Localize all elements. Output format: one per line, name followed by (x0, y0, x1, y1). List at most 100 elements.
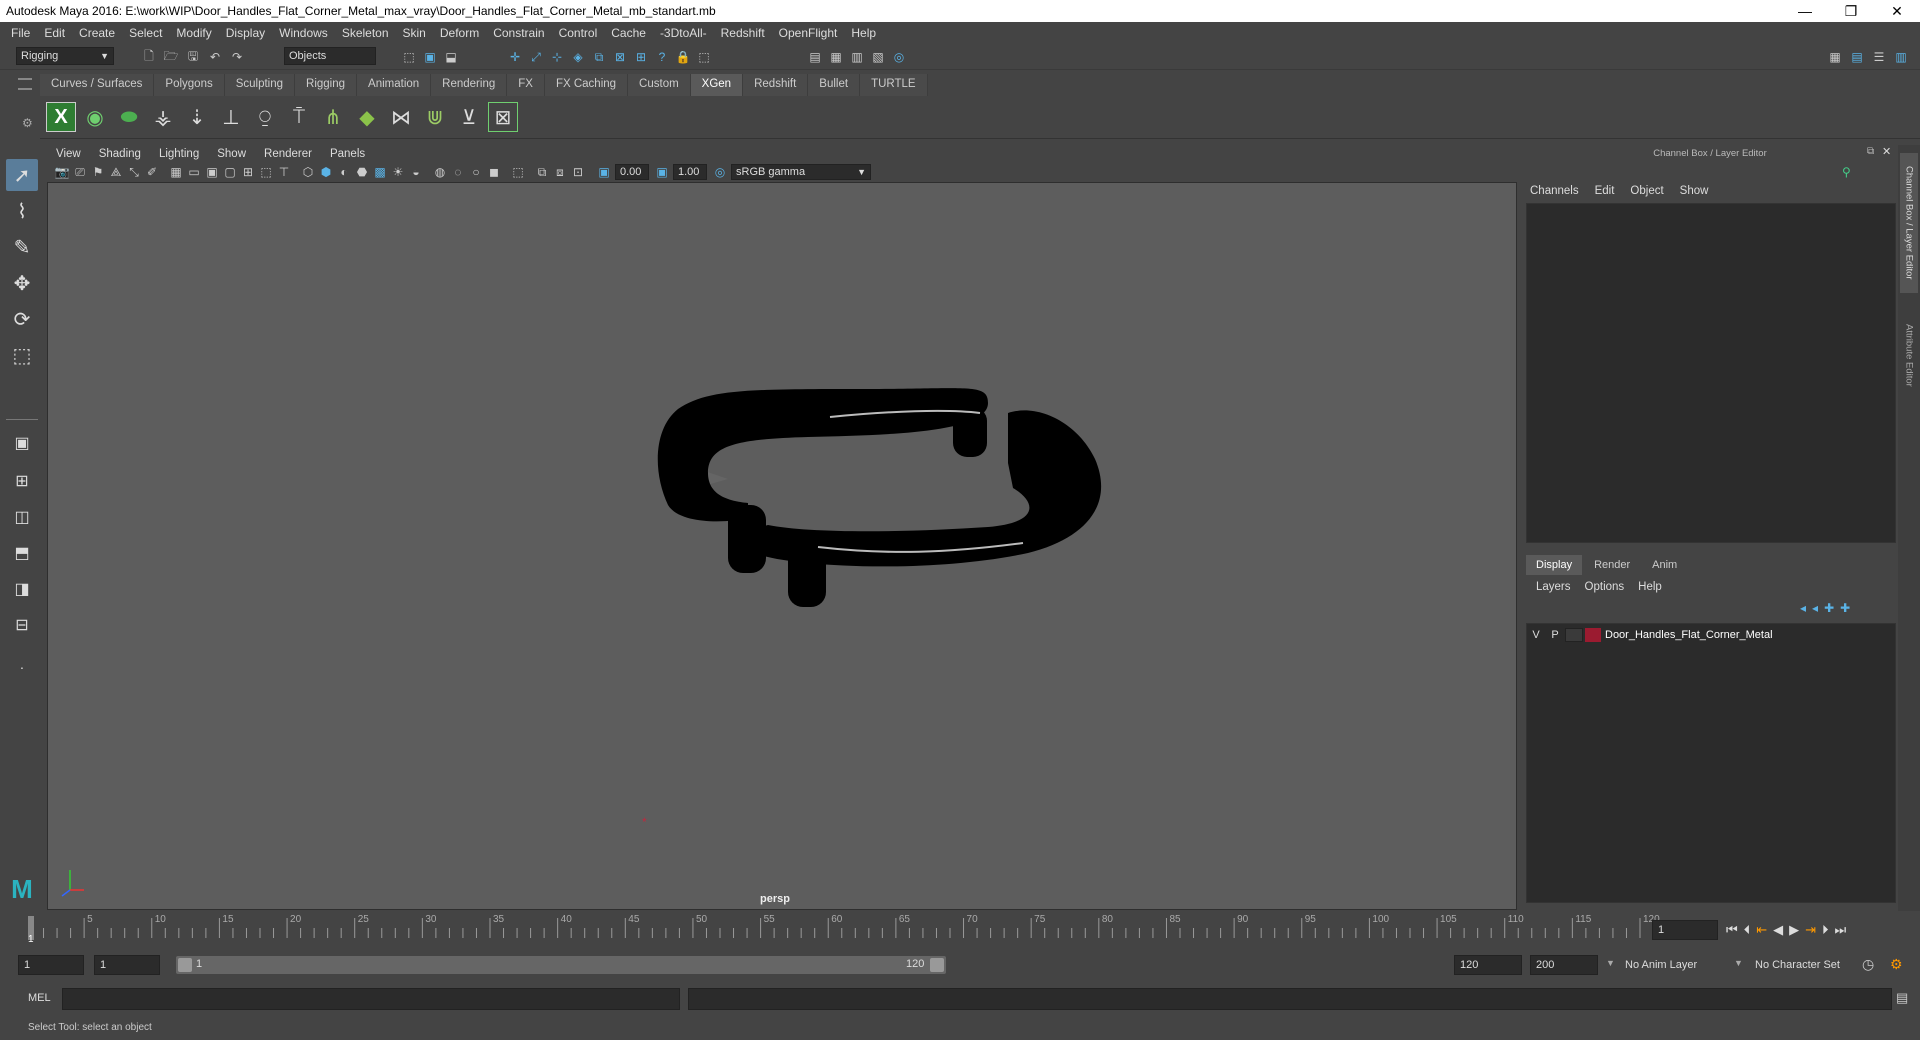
tab-turtle[interactable]: TURTLE (860, 74, 928, 96)
gate-mask-icon[interactable]: ▢ (221, 163, 239, 181)
snap-surface-icon[interactable]: ⊠ (611, 48, 629, 66)
xray-components-icon[interactable]: ⊡ (569, 163, 587, 181)
start-time-field[interactable]: 1 (18, 955, 84, 975)
shadows-icon[interactable]: ◒ (407, 163, 425, 181)
render-settings-icon[interactable]: ▥ (848, 48, 866, 66)
selection-mode-dropdown[interactable]: Objects (284, 47, 376, 65)
tab-redshift[interactable]: Redshift (743, 74, 809, 96)
channel-box-toggle-icon[interactable]: ▥ (1892, 48, 1910, 66)
new-scene-icon[interactable]: 🗋 (140, 48, 158, 66)
go-to-start-icon[interactable]: ⏮ (1726, 922, 1738, 938)
undo-icon[interactable]: ↶ (206, 48, 224, 66)
animation-preferences-icon[interactable]: ⚙ (1890, 956, 1903, 973)
move-layer-up-icon[interactable]: ◂ (1800, 601, 1806, 615)
menu-openflight[interactable]: OpenFlight (772, 26, 845, 40)
persp-graph-layout-icon[interactable]: ⬒ (6, 537, 38, 569)
save-scene-icon[interactable]: 🖫 (184, 48, 202, 66)
script-editor-icon[interactable]: ▤ (1896, 990, 1908, 1006)
shelf-menu-icon[interactable] (18, 78, 32, 90)
resolution-gate-icon[interactable]: ▣ (203, 163, 221, 181)
range-start-handle[interactable] (178, 958, 192, 972)
shelf-settings-icon[interactable]: ⚙ (22, 116, 33, 130)
restore-button[interactable]: ❐ (1828, 3, 1874, 20)
open-scene-icon[interactable]: 🗁 (162, 48, 180, 66)
time-ruler[interactable]: 5 10 15 20 25 30 35 40 45 50 55 60 65 70 75 80 85 90 95 100… (24, 912, 1664, 946)
field-chart-icon[interactable]: ⊞ (239, 163, 257, 181)
new-layer-from-selected-icon[interactable]: ✚ (1840, 601, 1850, 615)
range-end-handle[interactable] (930, 958, 944, 972)
default-material-icon[interactable]: ◐ (335, 163, 353, 181)
panel-menu-view[interactable]: View (47, 148, 90, 160)
lasso-tool-icon[interactable]: ⌇ (6, 195, 38, 227)
tab-bullet[interactable]: Bullet (808, 74, 861, 96)
tab-fx[interactable]: FX (507, 74, 545, 96)
film-gate-icon[interactable]: ▭ (185, 163, 203, 181)
persp-outliner-layout-icon[interactable]: ◨ (6, 573, 38, 605)
layers-menu[interactable]: Layers (1536, 581, 1571, 593)
anti-aliasing-icon[interactable]: ○ (467, 163, 485, 181)
ipr-render-icon[interactable]: ▦ (827, 48, 845, 66)
add-guide-icon[interactable]: ⚶ (148, 102, 178, 132)
snap-live-icon[interactable]: ⧉ (590, 48, 608, 66)
textured-icon[interactable]: ▩ (371, 163, 389, 181)
depth-of-field-icon[interactable]: ◼ (485, 163, 503, 181)
scale-tool-icon[interactable]: ⬚ (6, 339, 38, 371)
panel-menu-panels[interactable]: Panels (321, 148, 374, 160)
current-frame-field[interactable]: 1 (1652, 920, 1718, 940)
edit-menu[interactable]: Edit (1595, 185, 1615, 197)
menu-edit[interactable]: Edit (37, 26, 72, 40)
use-all-lights-icon[interactable]: ☀ (389, 163, 407, 181)
xgen-layers-icon[interactable]: ◆ (352, 102, 382, 132)
menu-redshift[interactable]: Redshift (714, 26, 772, 40)
door-handle-model[interactable] (657, 388, 1102, 607)
snap-help-icon[interactable]: ? (653, 48, 671, 66)
layer-visibility-toggle[interactable]: V (1527, 629, 1545, 641)
tab-anim[interactable]: Anim (1642, 555, 1687, 575)
camera-select-icon[interactable]: 📷 (53, 163, 71, 181)
close-button[interactable]: ✕ (1874, 3, 1920, 20)
float-panel-icon[interactable]: ⧉ (1867, 146, 1874, 157)
menu-control[interactable]: Control (552, 26, 605, 40)
tab-render[interactable]: Render (1582, 555, 1642, 575)
guide-lock-icon[interactable]: ⍑ (284, 102, 314, 132)
menuset-dropdown[interactable]: Rigging ▼ (16, 47, 114, 65)
playback-end-field[interactable]: 120 (1454, 955, 1522, 975)
wireframe-icon[interactable]: ⬡ (299, 163, 317, 181)
guide-bend-icon[interactable]: ⋈ (386, 102, 416, 132)
layer-playback-toggle[interactable]: P (1545, 629, 1565, 641)
time-slider[interactable]: 5 10 15 20 25 30 35 40 45 50 55 60 65 70 75 80 85 90 95 100… (0, 912, 1920, 946)
move-tool-icon[interactable]: ✥ (6, 267, 38, 299)
step-back-key-icon[interactable]: ⏴ (1744, 922, 1751, 938)
gamma-field[interactable]: 1.00 (673, 164, 707, 180)
tab-polygons[interactable]: Polygons (154, 74, 225, 96)
grass-icon[interactable]: ⋓ (420, 102, 450, 132)
layout-more-icon[interactable]: · (6, 651, 38, 683)
sculpt-guide-icon[interactable]: ⇣ (182, 102, 212, 132)
tool-settings-icon[interactable]: ☰ (1870, 48, 1888, 66)
guide-hair-icon[interactable]: ⋔ (318, 102, 348, 132)
layer-type-toggle[interactable] (1565, 628, 1583, 642)
menu-3dtoall[interactable]: -3DtoAll- (653, 26, 714, 40)
colorspace-dropdown[interactable]: sRGB gamma ▼ (731, 164, 871, 180)
layer-name[interactable]: Door_Handles_Flat_Corner_Metal (1605, 629, 1773, 641)
rotate-tool-icon[interactable]: ⟳ (6, 303, 38, 335)
close-panel-icon[interactable]: ✕ (1882, 145, 1891, 158)
menu-windows[interactable]: Windows (272, 26, 335, 40)
menu-select[interactable]: Select (122, 26, 169, 40)
tab-rigging[interactable]: Rigging (295, 74, 358, 96)
wireframe-on-shaded-icon[interactable]: ⬣ (353, 163, 371, 181)
play-backwards-icon[interactable]: ◀ (1773, 922, 1783, 938)
move-layer-down-icon[interactable]: ◂ (1812, 601, 1818, 615)
menu-display[interactable]: Display (219, 26, 272, 40)
render-view-icon[interactable]: ◎ (890, 48, 908, 66)
perspective-viewport[interactable]: * persp (47, 182, 1517, 910)
play-forwards-icon[interactable]: ▶ (1789, 922, 1799, 938)
end-time-field[interactable]: 200 (1530, 955, 1598, 975)
tab-sculpting[interactable]: Sculpting (224, 74, 296, 96)
toggle-sidebar-icon[interactable]: ▤ (1848, 48, 1866, 66)
select-tool-icon[interactable]: ➚ (6, 159, 38, 191)
select-component-icon[interactable]: ⬓ (442, 48, 460, 66)
menu-constrain[interactable]: Constrain (486, 26, 551, 40)
chevron-down-icon[interactable]: ▼ (1734, 958, 1743, 968)
character-set-dropdown[interactable]: No Character Set (1750, 955, 1862, 975)
